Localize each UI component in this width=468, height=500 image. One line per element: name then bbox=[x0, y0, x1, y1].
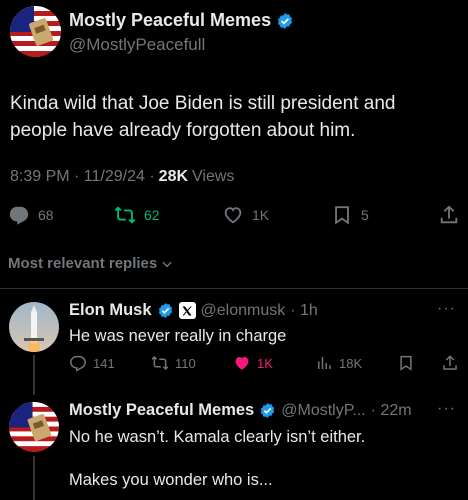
author-handle[interactable]: @MostlyPeacefull bbox=[69, 35, 205, 55]
reply-text-line-1: No he wasn’t. Kamala clearly isn’t eithe… bbox=[69, 428, 366, 446]
author-avatar[interactable] bbox=[10, 6, 61, 57]
views-count: 28K bbox=[158, 168, 189, 185]
like-count: 1K bbox=[257, 355, 273, 371]
retweet-icon bbox=[151, 355, 169, 371]
bookmark-count: 5 bbox=[361, 207, 369, 223]
reply-action-bar: 141 110 1K 18K bbox=[69, 354, 459, 376]
like-button[interactable]: 1K bbox=[222, 204, 269, 226]
reply-header-mostly-peaceful: Mostly Peaceful Memes @MostlyP... · 22m bbox=[69, 401, 412, 420]
thread-line bbox=[33, 456, 35, 500]
bookmark-button[interactable] bbox=[397, 354, 415, 372]
more-options-icon[interactable]: ··· bbox=[437, 400, 456, 418]
tweet-action-bar: 68 62 1K 5 bbox=[8, 204, 460, 230]
reply-text: He was never really in charge bbox=[69, 327, 287, 345]
reply-icon bbox=[9, 206, 29, 225]
views-count: 18K bbox=[339, 355, 363, 371]
bookmark-button[interactable]: 5 bbox=[331, 204, 369, 226]
reply-avatar-elon[interactable] bbox=[9, 302, 59, 352]
reply-icon bbox=[70, 355, 86, 372]
retweet-button[interactable]: 110 bbox=[151, 354, 196, 372]
retweet-button[interactable]: 62 bbox=[114, 204, 160, 226]
reply-count: 68 bbox=[38, 207, 54, 223]
x-affiliation-icon bbox=[178, 302, 196, 319]
retweet-count: 110 bbox=[175, 355, 196, 371]
sort-replies-label: Most relevant replies bbox=[8, 255, 158, 272]
verified-badge-icon bbox=[158, 303, 172, 318]
reply-display-name[interactable]: Elon Musk bbox=[69, 301, 152, 320]
reply-avatar-mostly-peaceful[interactable] bbox=[9, 402, 59, 452]
share-icon bbox=[443, 355, 457, 370]
reply-count: 141 bbox=[93, 355, 115, 371]
share-icon bbox=[440, 205, 458, 224]
share-button[interactable] bbox=[438, 204, 460, 226]
tweet-meta: 8:39 PM · 11/29/24 · 28K Views bbox=[10, 168, 234, 186]
sort-replies-dropdown[interactable]: Most relevant replies bbox=[8, 255, 174, 272]
reply-text-line-2: Makes you wonder who is... bbox=[69, 471, 273, 489]
more-options-icon[interactable]: ··· bbox=[437, 300, 456, 318]
tweet-text: Kinda wild that Joe Biden is still presi… bbox=[10, 93, 396, 141]
like-count: 1K bbox=[252, 207, 270, 223]
like-button[interactable]: 1K bbox=[233, 354, 273, 372]
author-display-name[interactable]: Mostly Peaceful Memes bbox=[69, 10, 271, 31]
reply-button[interactable]: 68 bbox=[8, 204, 54, 226]
bookmark-icon bbox=[400, 355, 412, 371]
reply-handle[interactable]: @elonmusk bbox=[201, 302, 286, 320]
verified-badge-icon bbox=[278, 12, 293, 29]
retweet-icon bbox=[114, 206, 136, 224]
chevron-down-icon bbox=[162, 261, 172, 267]
heart-icon bbox=[224, 207, 242, 224]
reply-button[interactable]: 141 bbox=[69, 354, 115, 372]
divider bbox=[0, 288, 468, 289]
verified-badge-icon bbox=[261, 403, 275, 418]
thread-line bbox=[33, 355, 35, 395]
tweet-timestamp[interactable]: 8:39 PM · 11/29/24 · bbox=[10, 168, 155, 186]
reply-header-elon: Elon Musk @elonmusk · 1h bbox=[69, 301, 318, 320]
heart-filled-icon bbox=[235, 357, 249, 370]
reply-handle[interactable]: @MostlyP... bbox=[281, 402, 365, 420]
retweet-count: 62 bbox=[144, 207, 160, 223]
author-name-row[interactable]: Mostly Peaceful Memes bbox=[69, 10, 294, 31]
bookmark-icon bbox=[335, 206, 349, 225]
share-button[interactable] bbox=[441, 354, 459, 372]
reply-time[interactable]: · 1h bbox=[290, 302, 318, 320]
views-label: Views bbox=[192, 168, 235, 185]
analytics-icon bbox=[318, 357, 331, 369]
reply-display-name[interactable]: Mostly Peaceful Memes bbox=[69, 401, 254, 420]
views-button[interactable]: 18K bbox=[315, 354, 362, 372]
reply-time[interactable]: · 22m bbox=[371, 402, 412, 420]
